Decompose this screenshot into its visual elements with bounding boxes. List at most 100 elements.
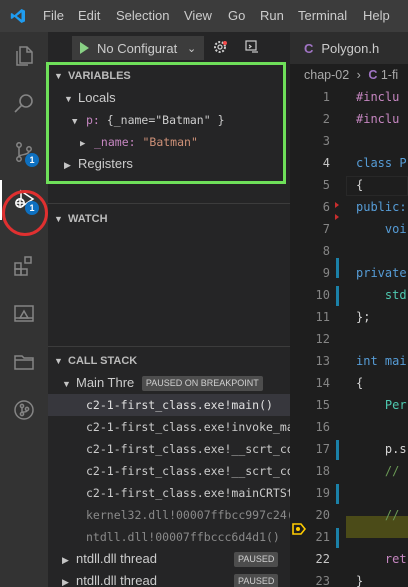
line-number: 13 bbox=[315, 354, 330, 368]
extensions-button[interactable] bbox=[0, 242, 48, 290]
folder-button[interactable] bbox=[0, 338, 48, 386]
modified-line-marker bbox=[336, 484, 339, 504]
line-number: 22 bbox=[315, 552, 330, 566]
git-graph-button[interactable] bbox=[0, 386, 48, 434]
chevron-right-icon: ▶ bbox=[62, 555, 69, 565]
start-debugging-icon[interactable] bbox=[80, 42, 89, 54]
title-bar: File Edit Selection View Go Run Terminal… bbox=[0, 0, 408, 32]
stack-frame[interactable]: kernel32.dll!00007ffbcc997c24() bbox=[48, 504, 290, 526]
tab-polygon-h[interactable]: C Polygon.h bbox=[290, 32, 408, 64]
menu-go[interactable]: Go bbox=[228, 0, 245, 32]
code-line[interactable]: #inclu bbox=[356, 86, 399, 108]
line-number: 19 bbox=[315, 486, 330, 500]
files-icon bbox=[16, 46, 33, 66]
source-control-button[interactable]: 1 bbox=[0, 128, 48, 176]
scm-badge: 1 bbox=[25, 153, 39, 167]
chevron-down-icon: ▼ bbox=[62, 379, 71, 389]
breakpoint-hint-icon bbox=[335, 202, 339, 208]
thread-row[interactable]: ▶ ntdll.dll thread PAUSED bbox=[48, 548, 290, 570]
code-line[interactable]: }; bbox=[356, 306, 370, 328]
debug-stackframe-icon bbox=[292, 523, 306, 535]
line-number: 9 bbox=[322, 266, 330, 280]
menu-view[interactable]: View bbox=[184, 0, 212, 32]
chevron-right-icon: › bbox=[356, 68, 361, 82]
breadcrumb-file[interactable]: 1-fi bbox=[381, 68, 398, 82]
stack-frame[interactable]: c2-1-first_class.exe!invoke_main bbox=[48, 416, 290, 438]
git-graph-icon bbox=[14, 400, 34, 420]
modified-line-marker bbox=[336, 286, 339, 306]
chevron-down-icon: ▼ bbox=[54, 356, 63, 366]
remote-explorer-button[interactable] bbox=[0, 290, 48, 338]
code-line[interactable]: p.s bbox=[356, 438, 407, 460]
main-thread-row[interactable]: ▼ Main Thre PAUSED ON BREAKPOINT bbox=[48, 372, 290, 394]
chevron-right-icon: ▶ bbox=[62, 577, 69, 587]
menu-help[interactable]: Help bbox=[363, 0, 390, 32]
line-number: 4 bbox=[322, 156, 330, 170]
line-number: 1 bbox=[322, 90, 330, 104]
extensions-icon bbox=[14, 256, 32, 276]
gear-icon[interactable] bbox=[212, 39, 228, 55]
line-number: 16 bbox=[315, 420, 330, 434]
breadcrumb-folder[interactable]: chap-02 bbox=[304, 68, 349, 82]
code-line[interactable]: #inclu bbox=[356, 108, 399, 130]
line-number: 2 bbox=[322, 112, 330, 126]
code-line[interactable]: } bbox=[356, 570, 363, 587]
debug-console-icon[interactable] bbox=[244, 39, 260, 55]
remote-explorer-icon bbox=[14, 305, 34, 322]
code-line[interactable]: // bbox=[356, 504, 399, 526]
code-line[interactable]: { bbox=[356, 372, 363, 394]
thread-status-badge: PAUSED ON BREAKPOINT bbox=[141, 376, 263, 392]
variables-highlight-annotation bbox=[46, 62, 286, 184]
modified-line-marker bbox=[336, 528, 339, 548]
vscode-logo-icon bbox=[10, 9, 25, 23]
section-divider bbox=[48, 203, 290, 204]
menu-selection[interactable]: Selection bbox=[116, 0, 169, 32]
cpp-file-icon: C bbox=[368, 68, 378, 82]
folder-icon bbox=[14, 355, 34, 370]
stack-frame[interactable]: c2-1-first_class.exe!__scrt_common bbox=[48, 438, 290, 460]
line-number: 10 bbox=[315, 288, 330, 302]
thread-status-badge: PAUSED bbox=[234, 552, 279, 567]
call-stack-header[interactable]: ▼ CALL STACK bbox=[48, 350, 290, 372]
code-line[interactable]: // bbox=[356, 460, 399, 482]
code-line[interactable]: class P bbox=[356, 152, 407, 174]
explorer-button[interactable] bbox=[0, 32, 48, 80]
code-line[interactable]: public: bbox=[356, 196, 407, 218]
stack-frame[interactable]: ntdll.dll!00007ffbccc6d4d1() bbox=[48, 526, 290, 548]
search-icon bbox=[14, 94, 33, 113]
watch-header[interactable]: ▼ WATCH bbox=[48, 208, 290, 230]
stack-frame[interactable]: c2-1-first_class.exe!__scrt_common bbox=[48, 460, 290, 482]
activity-bar: 1 1 bbox=[0, 32, 48, 587]
code-line[interactable]: std bbox=[356, 284, 407, 306]
menu-file[interactable]: File bbox=[43, 0, 64, 32]
code-line[interactable]: Per bbox=[356, 394, 407, 416]
launch-config-select[interactable]: No Configurat ⌄ bbox=[72, 36, 204, 60]
line-number: 14 bbox=[315, 376, 330, 390]
line-number: 18 bbox=[315, 464, 330, 478]
line-number: 6 bbox=[322, 200, 330, 214]
chevron-down-icon: ⌄ bbox=[187, 42, 197, 55]
line-number: 17 bbox=[315, 442, 330, 456]
line-number: 5 bbox=[322, 178, 330, 192]
code-line[interactable]: { bbox=[356, 174, 363, 196]
chevron-down-icon: ▼ bbox=[54, 214, 63, 224]
breadcrumb: chap-02 › C 1-fi bbox=[290, 64, 408, 86]
line-number: 12 bbox=[315, 332, 330, 346]
thread-row[interactable]: ▶ ntdll.dll thread PAUSED bbox=[48, 570, 290, 587]
modified-line-marker bbox=[336, 258, 339, 278]
line-number: 7 bbox=[322, 222, 330, 236]
stack-frame[interactable]: c2-1-first_class.exe!mainCRTStartup bbox=[48, 482, 290, 504]
highlight-circle-annotation bbox=[2, 190, 48, 236]
code-line[interactable]: private bbox=[356, 262, 407, 284]
menu-run[interactable]: Run bbox=[260, 0, 284, 32]
search-button[interactable] bbox=[0, 80, 48, 128]
cpp-header-icon: C bbox=[304, 40, 314, 56]
code-line[interactable]: voi bbox=[356, 218, 407, 240]
menu-terminal[interactable]: Terminal bbox=[298, 0, 347, 32]
thread-status-badge: PAUSED bbox=[234, 574, 279, 587]
stack-frame[interactable]: c2-1-first_class.exe!main() bbox=[48, 394, 290, 416]
code-line[interactable]: int mai bbox=[356, 350, 407, 372]
code-line[interactable]: ret bbox=[356, 548, 407, 570]
tab-bar: C Polygon.h bbox=[290, 32, 408, 64]
menu-edit[interactable]: Edit bbox=[78, 0, 100, 32]
